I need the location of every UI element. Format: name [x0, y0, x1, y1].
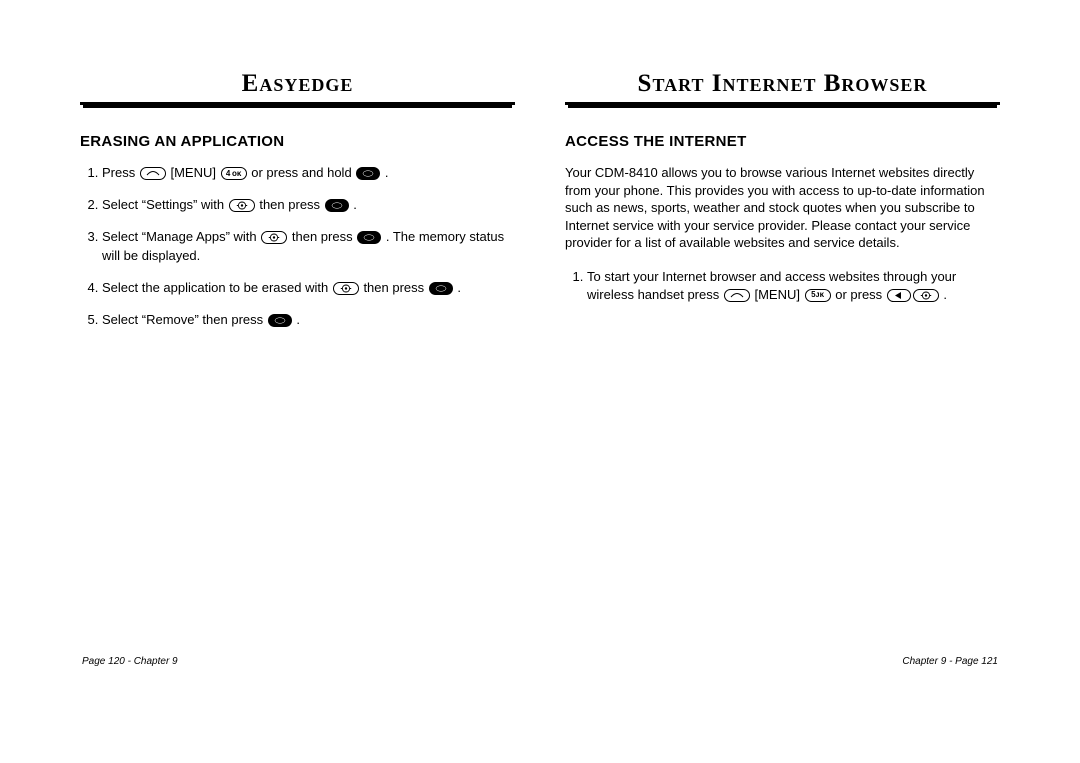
- soft-left-key-icon: [724, 289, 750, 302]
- left-step-3: Select “Manage Apps” with then press . T…: [102, 228, 515, 264]
- text: Select “Remove” then press: [102, 312, 267, 327]
- ok-key-icon: [268, 314, 292, 327]
- text: then press: [292, 229, 356, 244]
- text: Select “Settings” with: [102, 197, 228, 212]
- text: [MENU]: [754, 287, 803, 302]
- text: or press and hold: [251, 165, 355, 180]
- right-page-footer: Chapter 9 - Page 121: [902, 656, 998, 667]
- ok-key-icon: [325, 199, 349, 212]
- right-steps: To start your Internet browser and acces…: [565, 268, 1000, 318]
- text: then press: [363, 280, 427, 295]
- right-page-title: Start Internet Browser: [565, 70, 1000, 105]
- text: Press: [102, 165, 139, 180]
- right-intro: Your CDM-8410 allows you to browse vario…: [565, 164, 1000, 252]
- left-step-2: Select “Settings” with then press .: [102, 196, 515, 214]
- left-page-footer: Page 120 - Chapter 9: [82, 656, 178, 667]
- text: Select the application to be erased with: [102, 280, 332, 295]
- left-arrow-key-icon: [887, 289, 911, 302]
- left-section-heading: ERASING AN APPLICATION: [80, 133, 515, 150]
- ok-key-icon: [356, 167, 380, 180]
- key-5-icon: 5ᴊᴋ: [805, 289, 831, 302]
- nav-key-icon: [333, 282, 359, 295]
- left-step-4: Select the application to be erased with…: [102, 279, 515, 297]
- text: .: [457, 280, 461, 295]
- key-4-icon: 4 ᴏᴋ: [221, 167, 247, 180]
- text: [MENU]: [170, 165, 219, 180]
- ok-key-icon: [429, 282, 453, 295]
- text: then press: [259, 197, 323, 212]
- nav-key-icon: [261, 231, 287, 244]
- text: Select “Manage Apps” with: [102, 229, 260, 244]
- manual-spread: Easyedge ERASING AN APPLICATION Press [M…: [0, 0, 1080, 763]
- text: .: [385, 165, 389, 180]
- right-step-1: To start your Internet browser and acces…: [587, 268, 1000, 304]
- left-step-1: Press [MENU] 4 ᴏᴋ or press and hold .: [102, 164, 515, 182]
- right-section-heading: ACCESS THE INTERNET: [565, 133, 1000, 150]
- soft-left-key-icon: [140, 167, 166, 180]
- text: .: [943, 287, 947, 302]
- ok-key-icon: [357, 231, 381, 244]
- text: .: [296, 312, 300, 327]
- left-step-5: Select “Remove” then press .: [102, 311, 515, 329]
- nav-key-icon: [229, 199, 255, 212]
- nav-key-icon: [913, 289, 939, 302]
- left-page-title: Easyedge: [80, 70, 515, 105]
- text: .: [353, 197, 357, 212]
- text: or press: [835, 287, 886, 302]
- left-steps: Press [MENU] 4 ᴏᴋ or press and hold . Se…: [80, 164, 515, 343]
